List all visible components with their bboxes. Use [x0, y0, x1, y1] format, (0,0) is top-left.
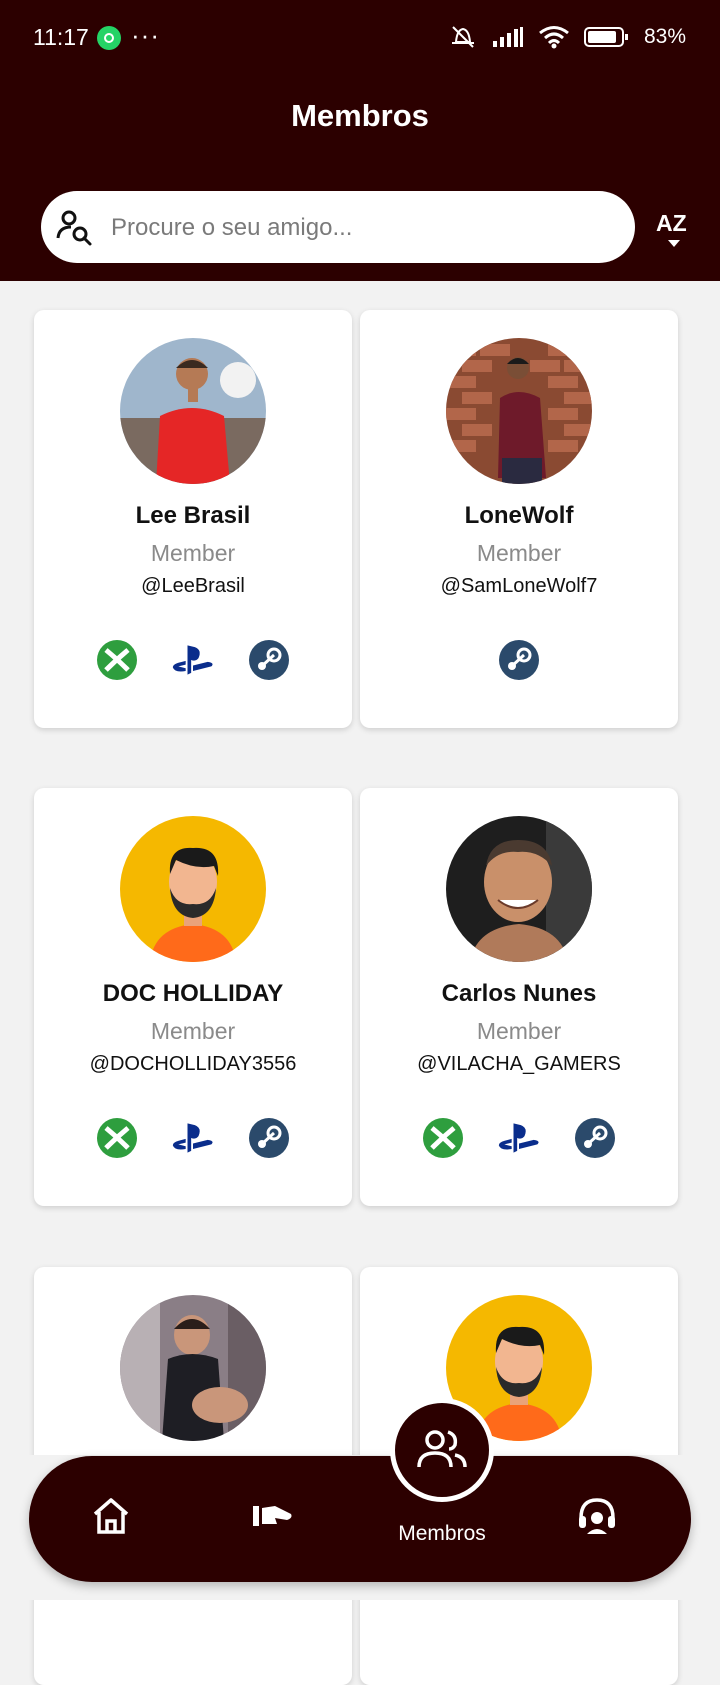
playstation-icon [497, 1116, 541, 1160]
member-card[interactable]: LoneWolf Member @SamLoneWolf7 [360, 310, 678, 728]
playstation-icon [171, 1116, 215, 1160]
member-handle: @LeeBrasil [141, 575, 245, 597]
sort-arrow-icon [668, 240, 680, 247]
home-icon [93, 1498, 129, 1534]
xbox-icon [95, 638, 139, 682]
status-time: 11:17 [33, 24, 89, 50]
member-handle: @DOCHOLLIDAY3556 [89, 1053, 297, 1075]
member-handle: @SamLoneWolf7 [440, 575, 598, 597]
member-card[interactable]: Carlos Nunes Member @VILACHA_GAMERS [360, 788, 678, 1206]
member-avatar [120, 338, 266, 484]
user-search-icon [56, 210, 92, 246]
status-bar: 11:17 ··· 83% [0, 0, 720, 78]
search-input[interactable] [109, 203, 613, 253]
member-role: Member [476, 1018, 562, 1044]
nav-deals-button[interactable] [251, 1494, 295, 1538]
xbox-icon [95, 1116, 139, 1160]
mute-icon [451, 26, 474, 48]
status-indicators: 83% [448, 24, 686, 50]
nav-members-label: Membros [398, 1522, 486, 1545]
platform-list [34, 1116, 352, 1160]
battery-percentage: 83% [643, 25, 686, 48]
member-avatar [446, 816, 592, 962]
member-name: Lee Brasil [135, 502, 251, 529]
playstation-icon [171, 638, 215, 682]
platform-list [360, 1116, 678, 1160]
xbox-icon [421, 1116, 465, 1160]
member-name: LoneWolf [464, 502, 574, 529]
page-title: Membros [291, 98, 429, 133]
members-icon [417, 1430, 467, 1468]
platform-list [34, 638, 352, 682]
member-role: Member [150, 540, 236, 566]
nav-home-button[interactable] [89, 1494, 133, 1538]
support-icon [579, 1498, 615, 1534]
member-avatar [446, 338, 592, 484]
more-notifications-icon: ··· [131, 20, 160, 50]
steam-icon [247, 638, 291, 682]
member-name: DOC HOLLIDAY [102, 980, 284, 1007]
member-card[interactable]: Lee Brasil Member @LeeBrasil [34, 310, 352, 728]
signal-icon [492, 27, 523, 47]
battery-icon [583, 27, 628, 47]
wifi-icon [539, 26, 569, 49]
steam-icon [247, 1116, 291, 1160]
member-role: Member [150, 1018, 236, 1044]
handshake-icon [253, 1506, 292, 1526]
search-bar[interactable] [41, 191, 635, 263]
nav-members-button[interactable] [390, 1398, 494, 1502]
member-avatar [120, 816, 266, 962]
sort-label: AZ [656, 210, 687, 236]
steam-icon [573, 1116, 617, 1160]
member-name: Carlos Nunes [441, 980, 597, 1007]
steam-icon [497, 638, 541, 682]
member-handle: @VILACHA_GAMERS [417, 1053, 621, 1075]
whatsapp-icon [97, 26, 121, 50]
member-avatar [120, 1295, 266, 1441]
bottom-nav [29, 1456, 691, 1582]
sort-az-button[interactable]: AZ [652, 210, 696, 250]
nav-support-button[interactable] [575, 1494, 619, 1538]
app-header: 11:17 ··· 83% Membros Procure o seu amig… [0, 0, 720, 281]
platform-list [360, 638, 678, 682]
member-role: Member [476, 540, 562, 566]
member-card[interactable]: DOC HOLLIDAY Member @DOCHOLLIDAY3556 [34, 788, 352, 1206]
